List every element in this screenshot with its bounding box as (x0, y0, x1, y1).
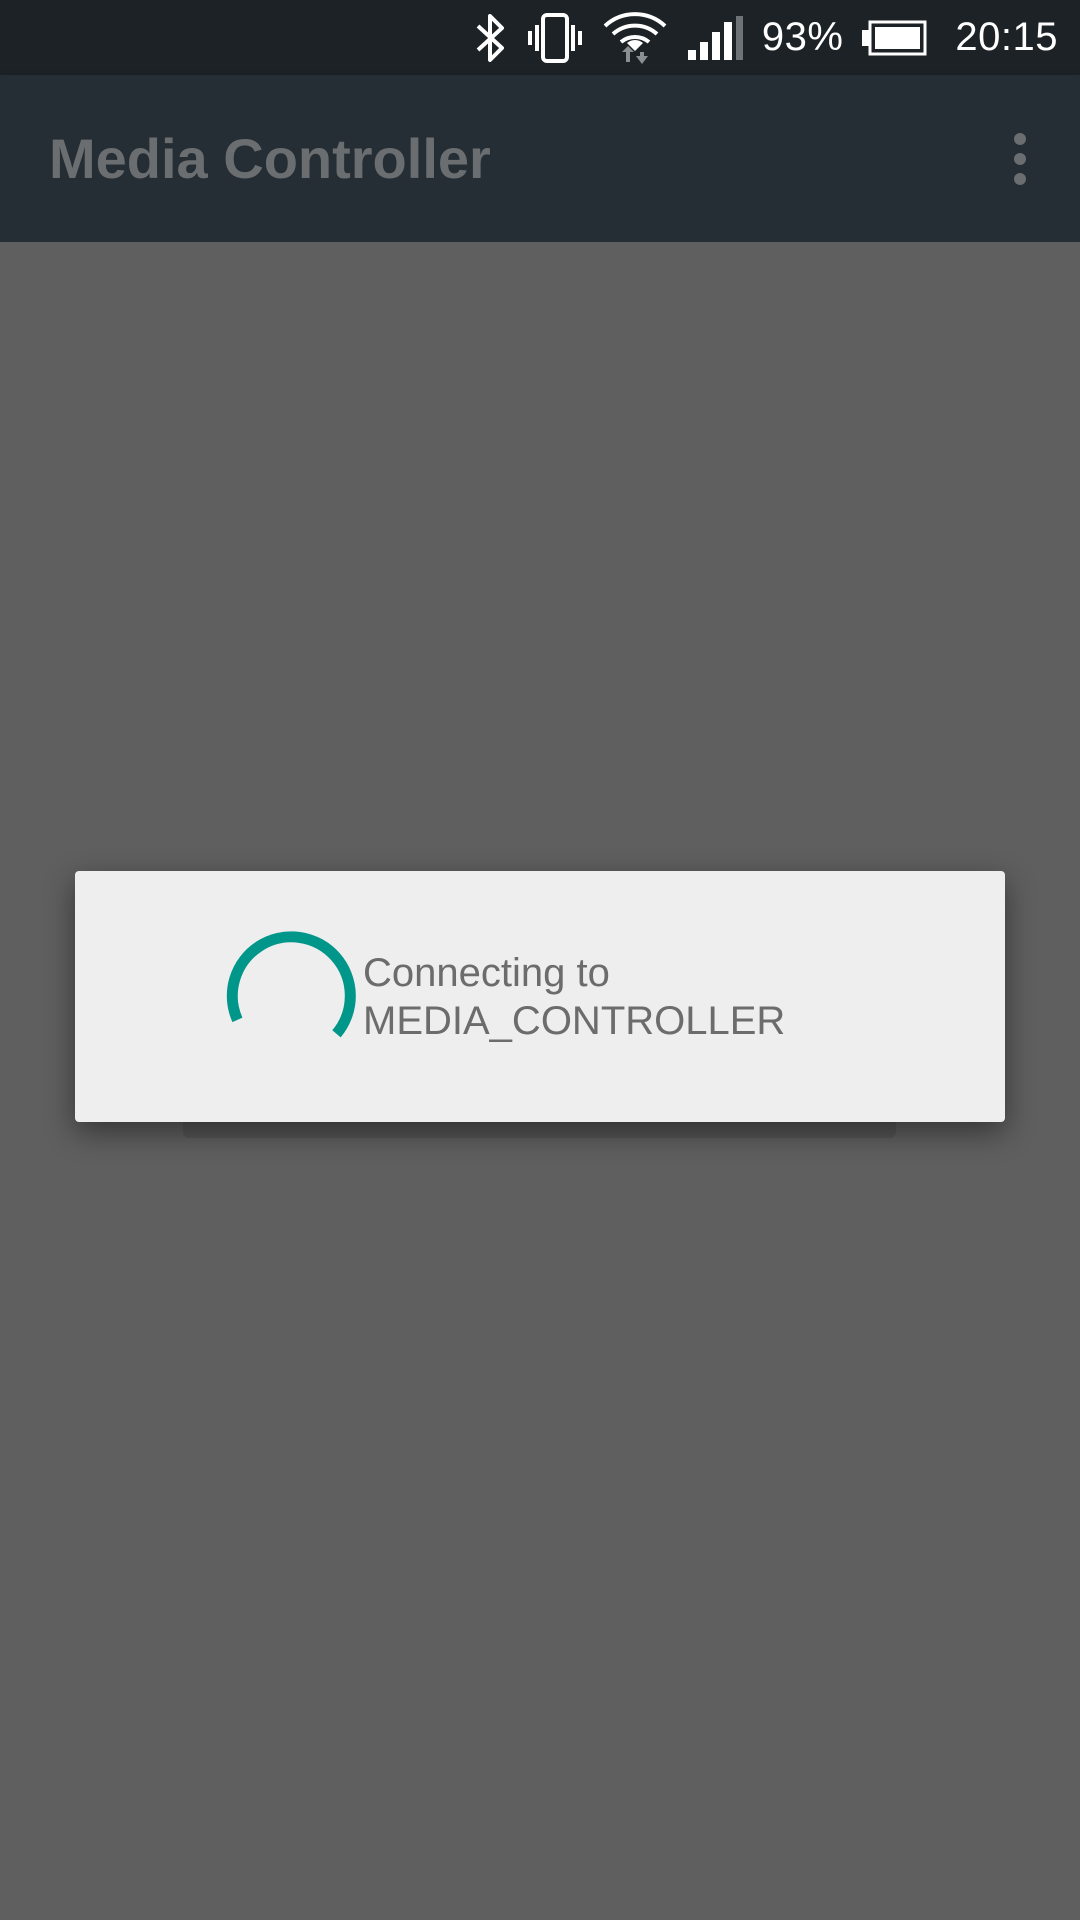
signal-icon (686, 14, 744, 62)
dialog-message-line-2: MEDIA_CONTROLLER (363, 999, 786, 1043)
battery-icon (861, 20, 927, 56)
page-title: Media Controller (49, 127, 491, 190)
app-bar: Media Controller (0, 75, 1080, 242)
battery-percent: 93% (761, 15, 844, 59)
status-bar: 93% 20:15 (0, 0, 1080, 75)
dialog-message: Connecting to MEDIA_CONTROLLER (363, 949, 963, 1045)
vibrate-icon (526, 12, 584, 64)
more-vert-icon-dot (1014, 173, 1026, 185)
loading-spinner-icon (215, 923, 365, 1073)
more-vert-icon-dot (1014, 153, 1026, 165)
wifi-icon (602, 8, 668, 68)
clock: 20:15 (955, 15, 1058, 59)
more-vert-icon (1014, 133, 1026, 145)
more-options-button[interactable] (988, 123, 1052, 195)
status-icons: 93% 20:15 (474, 0, 1058, 75)
bluetooth-icon (474, 12, 508, 64)
progress-dialog: Connecting to MEDIA_CONTROLLER (75, 871, 1005, 1122)
dialog-message-line-1: Connecting to (363, 951, 610, 995)
